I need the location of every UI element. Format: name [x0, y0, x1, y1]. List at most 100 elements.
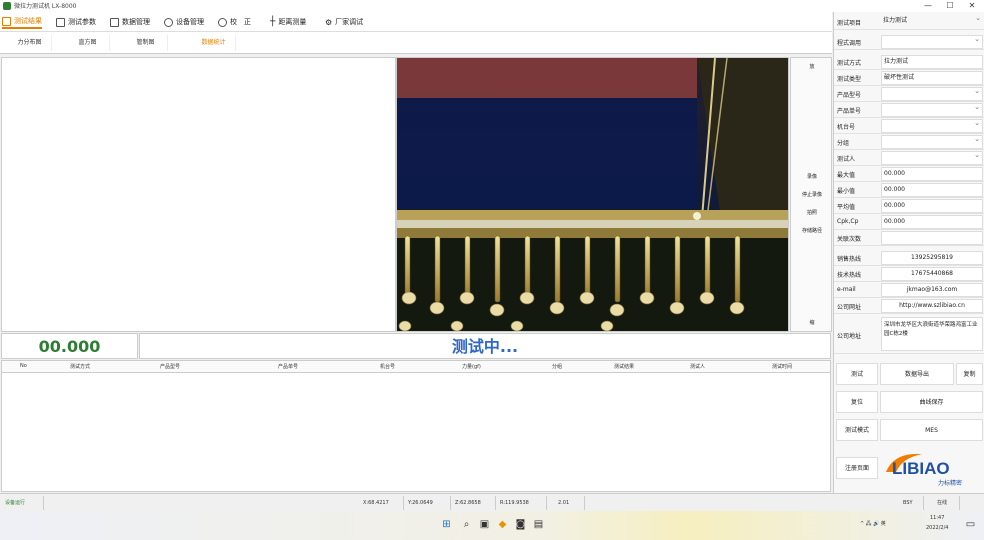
windows-start-icon[interactable]: ⊞	[440, 518, 453, 531]
link-count-value	[881, 231, 983, 245]
col-header[interactable]: 测试结果	[614, 363, 634, 370]
zoom-out-button[interactable]: 缩	[794, 316, 830, 330]
col-header[interactable]: 测试方式	[70, 363, 90, 370]
field-row: 测试类型 破坏性测试	[834, 70, 984, 86]
menu-label: 校 正	[230, 18, 251, 26]
minimize-button[interactable]: —	[918, 0, 938, 12]
menu-label: 数据管理	[122, 18, 150, 26]
address-row: 公司地址 深圳市龙华区大浪街道华荣路鸿富工业园C栋2楼	[834, 316, 984, 354]
field-row: 最小值 00.000	[834, 182, 984, 198]
status-bar: 设备运行 X:68.4217 Y:26.0649 Z:62.8658 R:119…	[0, 493, 984, 511]
program-call-select[interactable]	[881, 35, 983, 49]
col-header[interactable]: 分组	[552, 363, 562, 370]
tech-hotline: 17675440868	[881, 267, 983, 281]
camera-view	[396, 57, 789, 332]
col-header[interactable]: 力量(gf)	[462, 363, 481, 370]
window-title: 微拉力测试机 LX-8000	[14, 3, 77, 10]
menu-factory-debug[interactable]: ⚙ 厂家调试	[325, 15, 363, 29]
app-taskbar-icon[interactable]: ◆	[496, 518, 509, 531]
field-label: 分组	[837, 140, 850, 147]
field-label: Cpk,Cp	[837, 218, 859, 225]
field-label: 公司网址	[837, 304, 862, 311]
col-header[interactable]: 产品型号	[160, 363, 180, 370]
field-row: 销售热线 13925295819	[834, 250, 984, 266]
copy-button[interactable]: 复制	[956, 363, 983, 385]
tab-statistics[interactable]: 数据统计	[192, 35, 236, 51]
address-label: 公司地址	[837, 333, 862, 340]
camera-app-icon[interactable]: ◙	[514, 518, 527, 531]
website-link[interactable]: http://www.szlibiao.cn	[881, 299, 983, 313]
menu-test-results[interactable]: 测试结果	[2, 15, 42, 29]
field-label: 技术热线	[837, 272, 862, 279]
field-row: 平均值 00.000	[834, 198, 984, 214]
menu-distance-measure[interactable]: ┼ 距离测量	[270, 15, 306, 29]
menu-label: 测试结果	[14, 17, 42, 25]
col-header[interactable]: 测试人	[690, 363, 705, 370]
busy-indicator: BSY	[900, 496, 924, 510]
task-view-icon[interactable]: ▣	[478, 518, 491, 531]
col-header[interactable]: No	[20, 363, 27, 369]
group-select[interactable]	[881, 135, 983, 149]
search-icon[interactable]: ⌕	[460, 518, 473, 531]
menu-test-params[interactable]: 测试参数	[56, 15, 96, 29]
field-label: e-mail	[837, 286, 856, 293]
test-item-select[interactable]: 拉力测试	[881, 15, 983, 29]
clock-time[interactable]: 11:47	[930, 515, 944, 521]
tab-histogram[interactable]: 直方图	[66, 35, 110, 51]
zoom-in-button[interactable]: 放	[794, 60, 830, 74]
main-menu: 测试结果 测试参数 数据管理 设备管理 校 正 ┼ 距离测量 ⚙ 厂家调试	[0, 12, 832, 32]
col-header[interactable]: 测试时间	[772, 363, 792, 370]
libiao-logo: LIBIAO 力标精密	[886, 453, 962, 487]
field-label: 产品型号	[837, 92, 862, 99]
notification-icon[interactable]: ▭	[964, 518, 977, 531]
camera-controls: 放 录像 停止录像 拍照 存储路径 缩	[790, 57, 832, 332]
stop-record-button[interactable]: 停止录像	[794, 188, 830, 202]
field-row: 测试方式 拉力测试	[834, 54, 984, 70]
register-page-button[interactable]: 注册页面	[836, 457, 878, 479]
mes-button[interactable]: MES	[880, 419, 983, 441]
clock-date[interactable]: 2022/2/4	[926, 525, 948, 531]
z-coordinate: Z:62.8658	[452, 496, 496, 510]
x-coordinate: X:68.4217	[360, 496, 404, 510]
maximize-button[interactable]: ☐	[940, 0, 960, 12]
save-curve-button[interactable]: 曲线保存	[880, 391, 983, 413]
device-state: 设备运行	[2, 496, 44, 510]
system-tray[interactable]: ^ 🖧 🔊 英	[860, 520, 886, 529]
menu-device-management[interactable]: 设备管理	[164, 15, 204, 29]
product-model-select[interactable]	[881, 87, 983, 101]
col-header[interactable]: 机台号	[380, 363, 395, 370]
menu-calibrate[interactable]: 校 正	[218, 15, 251, 29]
test-button[interactable]: 测试	[836, 363, 878, 385]
machine-id-select[interactable]	[881, 119, 983, 133]
address-value: 深圳市龙华区大浪街道华荣路鸿富工业园C栋2楼	[881, 317, 983, 351]
record-button[interactable]: 录像	[794, 170, 830, 184]
snapshot-button[interactable]: 拍照	[794, 206, 830, 220]
test-mode-button[interactable]: 测试模式	[836, 419, 878, 441]
os-taskbar: ⊞ ⌕ ▣ ◆ ◙ ▤ ^ 🖧 🔊 英 11:47 2022/2/4 ▭	[0, 511, 984, 540]
export-button[interactable]: 数据导出	[880, 363, 954, 385]
menu-label: 距离测量	[278, 18, 307, 26]
field-label: 最小值	[837, 188, 856, 195]
app-icon	[3, 2, 11, 10]
field-label: 产品单号	[837, 108, 862, 115]
tab-force-distribution[interactable]: 力分布图	[8, 35, 52, 51]
test-item-label: 测试项目	[837, 20, 862, 27]
online-indicator: 在线	[934, 496, 960, 510]
chart-icon	[2, 16, 11, 26]
window-app-icon[interactable]: ▤	[532, 518, 545, 531]
refresh-icon	[218, 17, 227, 27]
product-order-select[interactable]	[881, 103, 983, 117]
tab-control-chart[interactable]: 管制图	[124, 35, 168, 51]
field-label: 销售热线	[837, 256, 862, 263]
field-row: e-mail jkmao@163.com	[834, 282, 984, 298]
chart-tabs: 力分布图 直方图 管制图 数据统计	[0, 32, 832, 54]
field-row: 公司网址 http://www.szlibiao.cn	[834, 298, 984, 314]
close-button[interactable]: ✕	[962, 0, 982, 12]
tester-select[interactable]	[881, 151, 983, 165]
storage-path-button[interactable]: 存储路径	[794, 224, 830, 238]
right-panel: 测试项目 拉力测试 程式调用 测试方式 拉力测试 测试类型 破坏性测试 产品型号…	[833, 12, 984, 493]
menu-data-management[interactable]: 数据管理	[110, 15, 150, 29]
field-row: 产品单号	[834, 102, 984, 118]
col-header[interactable]: 产品单号	[278, 363, 298, 370]
reset-button[interactable]: 复位	[836, 391, 878, 413]
